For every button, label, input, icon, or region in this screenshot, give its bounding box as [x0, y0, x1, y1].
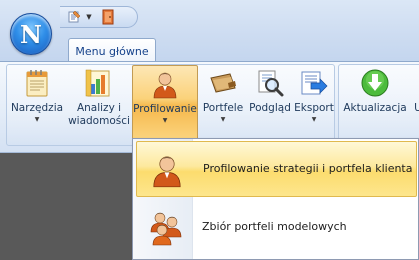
customize-icon[interactable]: [66, 9, 82, 25]
analizy-label: Analizy i wiadomości: [68, 102, 130, 127]
podglad-label: Podgląd: [249, 102, 291, 114]
eksport-button[interactable]: Eksport ▼: [293, 65, 335, 139]
quick-access-toolbar: ▼: [60, 6, 138, 28]
narzedzia-button[interactable]: Narzędzia ▼: [9, 65, 65, 139]
cut-off-label: U: [414, 102, 419, 114]
chevron-down-icon: ▼: [162, 117, 168, 124]
export-arrow-icon: [299, 68, 329, 98]
cut-off-button[interactable]: U: [408, 65, 419, 139]
ribbon-tab-strip: Menu główne: [0, 34, 419, 63]
eksport-label: Eksport: [294, 102, 334, 114]
profilowanie-label: Profilowanie: [133, 103, 197, 115]
person-icon: [150, 69, 180, 99]
wallet-icon: [208, 68, 238, 98]
chevron-down-icon: ▼: [311, 116, 317, 123]
tab-label: Menu główne: [75, 44, 149, 58]
dropdown-arrow-icon[interactable]: ▼: [84, 9, 94, 25]
portfele-label: Portfele: [202, 102, 244, 114]
person-icon: [149, 152, 185, 188]
tab-menu-glowne[interactable]: Menu główne: [68, 38, 156, 63]
download-arrow-icon: [360, 68, 390, 98]
people-group-icon: [148, 210, 184, 246]
menu-item-profilowanie-strategii[interactable]: Profilowanie strategii i portfela klient…: [136, 141, 417, 197]
narzedzia-label: Narzędzia: [10, 102, 64, 114]
menu-item-label: Profilowanie strategii i portfela klient…: [203, 162, 413, 175]
notepad-icon: [22, 68, 52, 98]
chevron-down-icon: ▼: [220, 116, 226, 123]
menu-item-zbior-portfeli[interactable]: Zbiór portfeli modelowych: [136, 200, 417, 256]
profilowanie-dropdown-menu: Profilowanie strategii i portfela klient…: [132, 138, 419, 260]
application-window: N ▼ Menu główne Narzędzia ▼ Analizy i wi…: [0, 0, 419, 260]
portfele-button[interactable]: Portfele ▼: [199, 65, 247, 139]
dropdown-arrow-glyph: ▼: [86, 13, 92, 21]
profilowanie-button[interactable]: Profilowanie ▼: [132, 65, 198, 140]
chevron-down-icon: ▼: [34, 116, 40, 123]
podglad-button[interactable]: Podgląd: [248, 65, 292, 139]
magnifier-icon: [255, 68, 285, 98]
aktualizacja-button[interactable]: Aktualizacja: [342, 65, 408, 139]
aktualizacja-label: Aktualizacja: [343, 102, 407, 114]
bar-chart-icon: [84, 68, 114, 98]
analizy-button[interactable]: Analizy i wiadomości: [68, 65, 130, 139]
exit-door-icon[interactable]: [100, 9, 116, 25]
menu-item-label: Zbiór portfeli modelowych: [202, 220, 347, 233]
